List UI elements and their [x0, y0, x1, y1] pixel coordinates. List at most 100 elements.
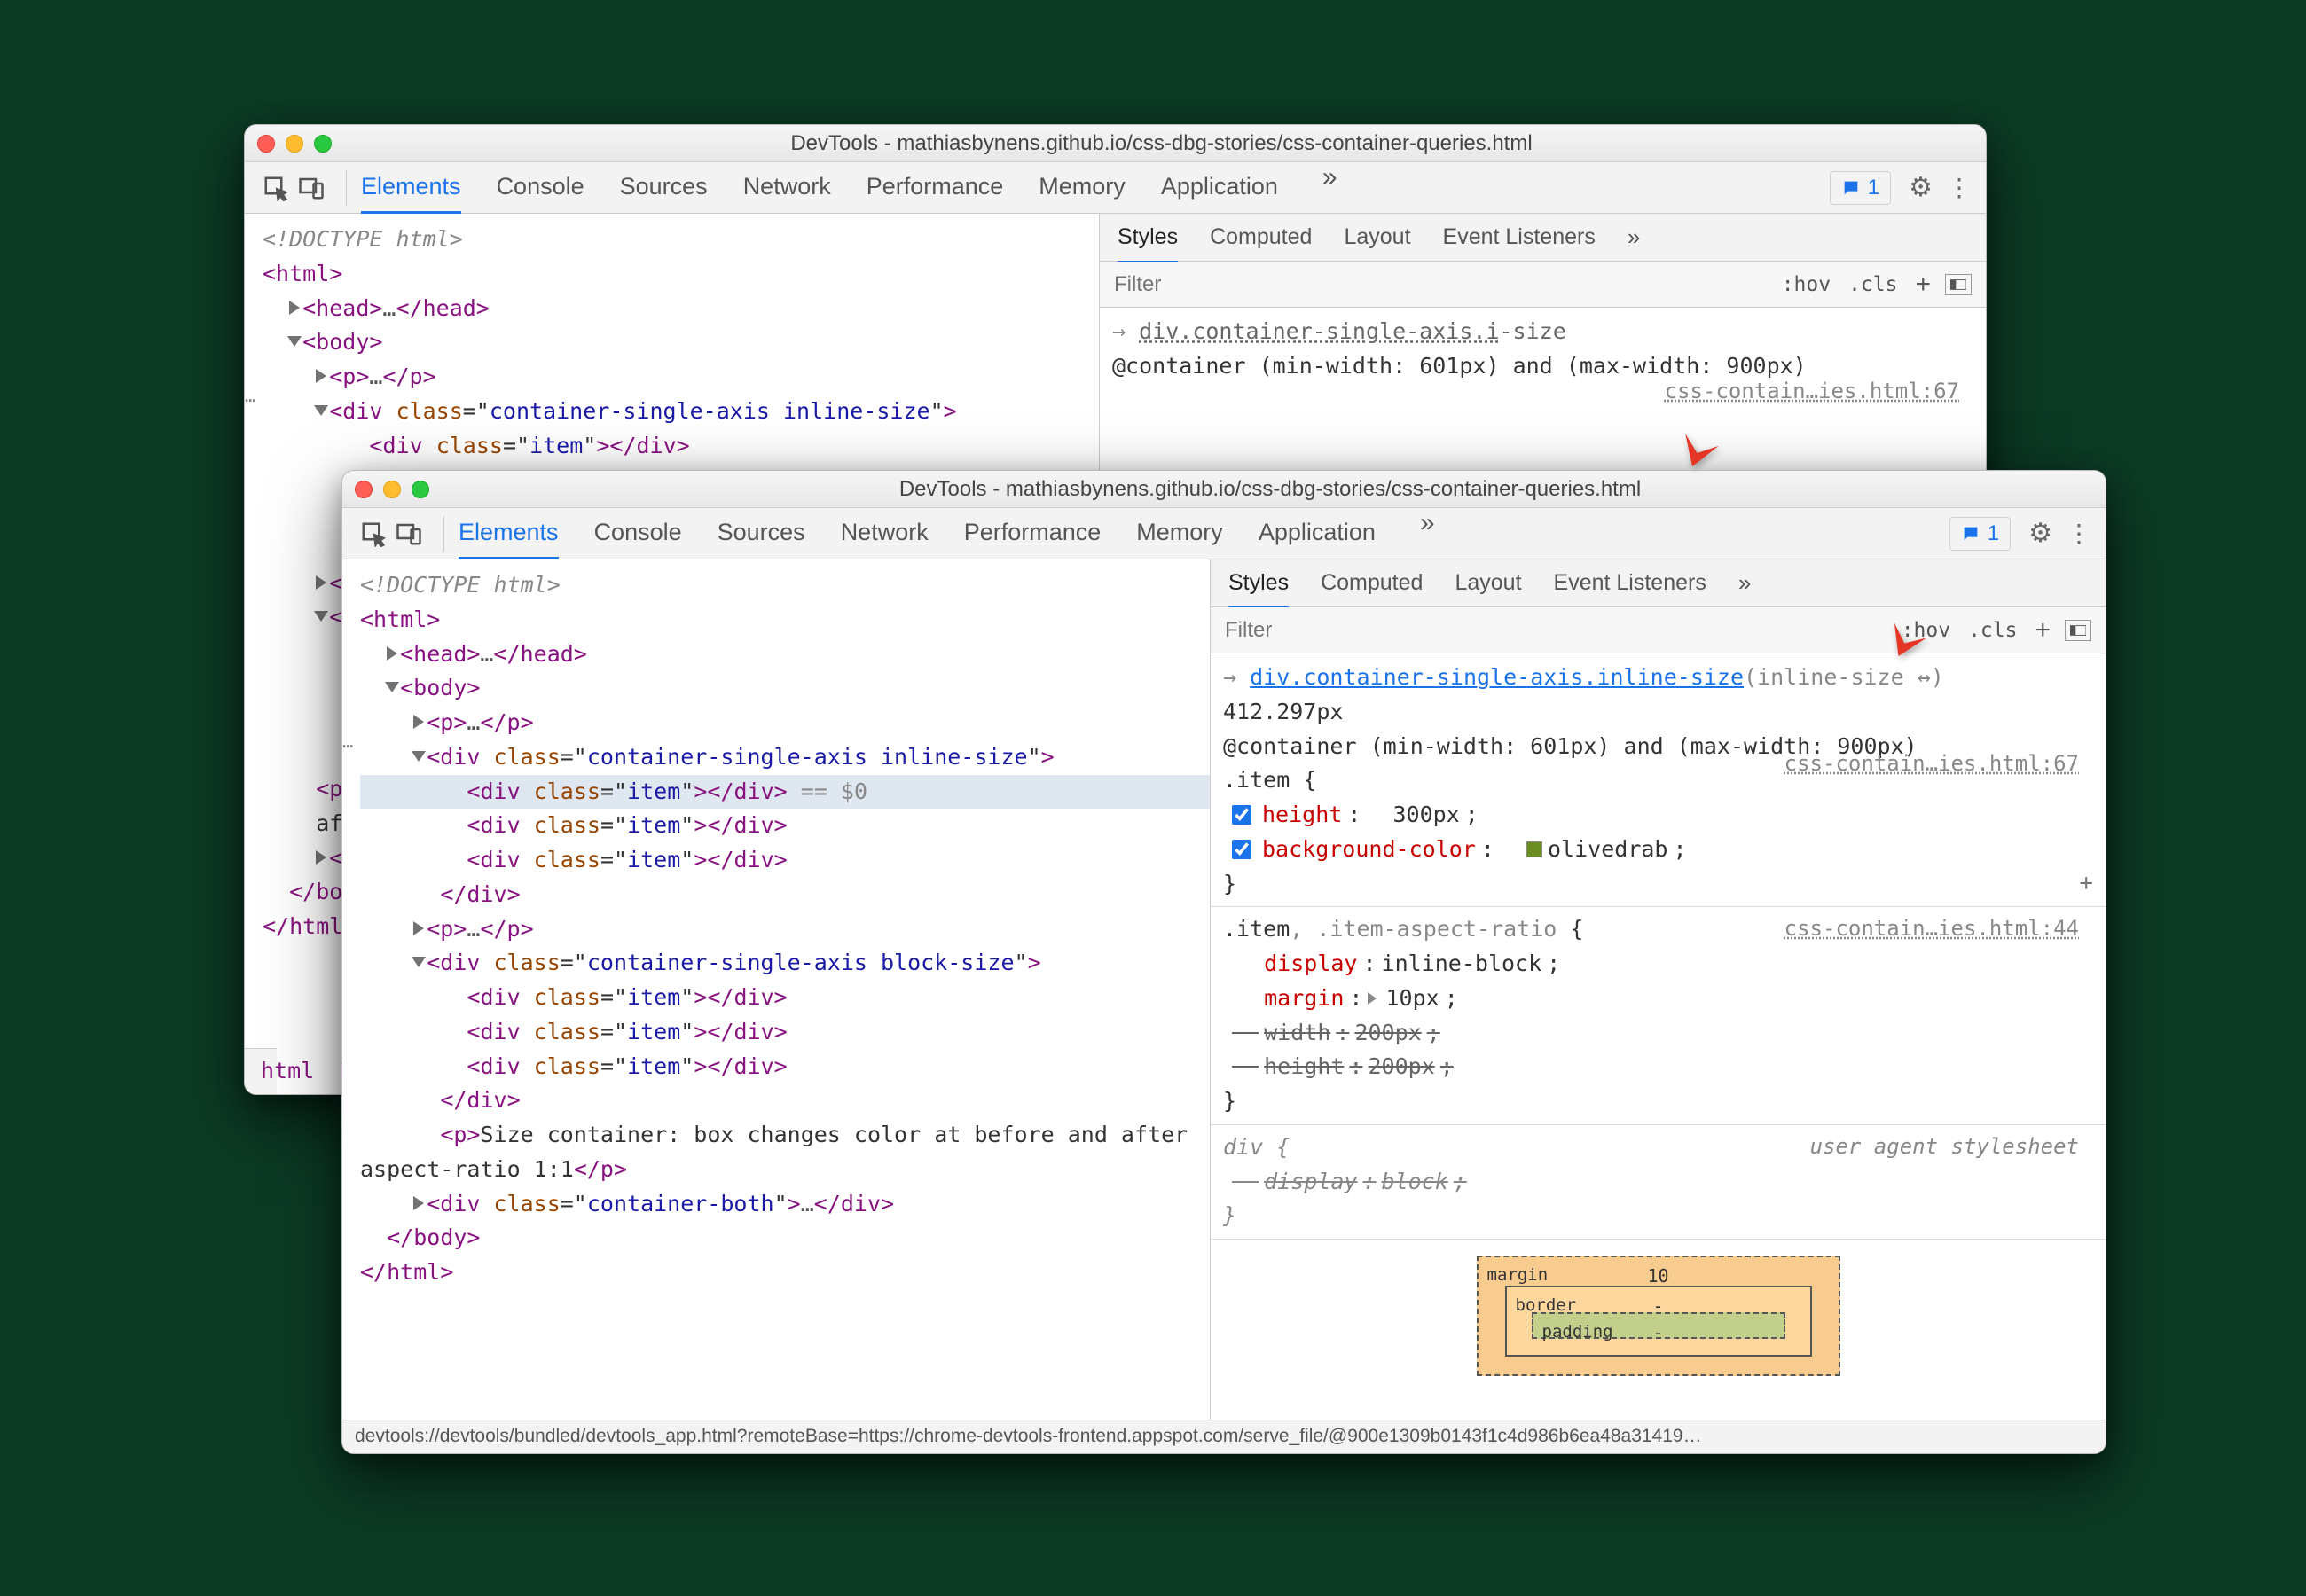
property-margin[interactable]: margin: 10px; — [1223, 982, 2093, 1016]
property-display[interactable]: display: inline-block; — [1223, 947, 2093, 982]
property-background-color[interactable]: background-color: olivedrab; — [1223, 833, 2093, 867]
styles-pane[interactable]: → div.container-single-axis.inline-size(… — [1211, 653, 2106, 1420]
container-size: 412.297px — [1223, 699, 1343, 724]
source-link[interactable]: css-contain…ies.html:44 — [1784, 912, 2079, 945]
html-tag[interactable]: <html> — [360, 606, 440, 632]
cls-toggle[interactable]: .cls — [1839, 273, 1906, 296]
body-tag[interactable]: <body> — [302, 329, 382, 355]
gear-icon[interactable]: ⚙ — [1909, 172, 1933, 203]
head-tag[interactable]: <head> — [302, 295, 382, 321]
zoom-icon[interactable] — [314, 135, 332, 153]
collapse-icon[interactable] — [412, 957, 426, 967]
tab-console[interactable]: Console — [497, 162, 584, 214]
tab-event-listeners[interactable]: Event Listeners — [1554, 570, 1706, 596]
tab-network[interactable]: Network — [743, 162, 831, 214]
expand-icon[interactable] — [316, 575, 326, 590]
new-rule-icon[interactable]: + — [2079, 865, 2093, 901]
container-link[interactable]: div.container-single-axis.i — [1139, 318, 1499, 344]
titlebar[interactable]: DevTools - mathiasbynens.github.io/css-d… — [342, 471, 2106, 508]
expand-icon[interactable] — [413, 715, 424, 729]
tab-layout[interactable]: Layout — [1344, 224, 1410, 250]
property-toggle[interactable] — [1232, 840, 1251, 859]
device-toggle-icon[interactable] — [296, 175, 326, 201]
box-model[interactable]: margin 10 border - padding - — [1223, 1245, 2093, 1387]
gear-icon[interactable]: ⚙ — [2028, 518, 2052, 549]
tab-computed[interactable]: Computed — [1210, 224, 1312, 250]
tab-sources[interactable]: Sources — [620, 162, 708, 214]
new-rule-icon[interactable]: + — [1906, 270, 1940, 300]
dom-tree[interactable]: ⋯ <!DOCTYPE html> <html> <head>…</head> … — [342, 559, 1210, 1420]
more-subtabs-icon[interactable]: » — [1738, 569, 1751, 597]
expand-icon[interactable] — [387, 646, 397, 661]
collapse-icon[interactable] — [287, 336, 302, 347]
tab-styles[interactable]: Styles — [1228, 570, 1289, 609]
separator — [443, 516, 444, 552]
html-tag[interactable]: <html> — [263, 261, 342, 286]
tab-application[interactable]: Application — [1259, 508, 1376, 559]
filter-input[interactable] — [1114, 272, 1773, 297]
sidebar-position-icon[interactable] — [1945, 274, 1972, 295]
collapse-icon[interactable] — [314, 405, 328, 416]
expand-shorthand-icon[interactable] — [1368, 992, 1377, 1005]
body-tag[interactable]: <body> — [400, 675, 480, 700]
expand-icon[interactable] — [316, 850, 326, 864]
selected-node[interactable]: <div class="item"></div> == $0 — [360, 775, 1210, 810]
property-height-overridden[interactable]: height: 200px; — [1223, 1050, 2093, 1084]
p-tag[interactable]: <p> — [329, 364, 369, 389]
minimize-icon[interactable] — [286, 135, 303, 153]
inspect-icon[interactable] — [358, 520, 388, 547]
new-rule-icon[interactable]: + — [2026, 615, 2059, 645]
expand-icon[interactable] — [413, 1196, 424, 1210]
source-link[interactable]: css-contain…ies.html:67 — [1784, 747, 2079, 780]
tab-memory[interactable]: Memory — [1039, 162, 1126, 214]
head-tag[interactable]: <head> — [400, 641, 480, 667]
tab-layout[interactable]: Layout — [1455, 570, 1521, 596]
cls-toggle[interactable]: .cls — [1959, 619, 2026, 642]
tab-computed[interactable]: Computed — [1321, 570, 1423, 596]
more-subtabs-icon[interactable]: » — [1628, 223, 1640, 251]
tab-memory[interactable]: Memory — [1136, 508, 1223, 559]
tab-console[interactable]: Console — [594, 508, 682, 559]
box-model-padding-top[interactable]: - — [1652, 1319, 1663, 1347]
collapse-icon[interactable] — [385, 682, 399, 692]
expand-icon[interactable] — [413, 921, 424, 935]
tab-event-listeners[interactable]: Event Listeners — [1443, 224, 1596, 250]
expand-icon[interactable] — [316, 369, 326, 383]
tab-elements[interactable]: Elements — [459, 508, 559, 559]
property-height[interactable]: height: 300px; — [1223, 798, 2093, 833]
close-icon[interactable] — [257, 135, 275, 153]
kebab-menu-icon[interactable]: ⋮ — [1947, 173, 1970, 202]
collapse-icon[interactable] — [314, 611, 328, 622]
tab-application[interactable]: Application — [1161, 162, 1278, 214]
expand-icon[interactable] — [289, 301, 300, 315]
kebab-menu-icon[interactable]: ⋮ — [2067, 519, 2090, 548]
tab-network[interactable]: Network — [841, 508, 929, 559]
hov-toggle[interactable]: :hov — [1773, 273, 1839, 296]
sidebar-tabs: Styles Computed Layout Event Listeners » — [1211, 559, 2106, 607]
minimize-icon[interactable] — [383, 481, 401, 498]
zoom-icon[interactable] — [412, 481, 429, 498]
tab-performance[interactable]: Performance — [867, 162, 1004, 214]
close-icon[interactable] — [355, 481, 373, 498]
issues-button[interactable]: 1 — [1949, 517, 2011, 551]
sidebar-position-icon[interactable] — [2065, 620, 2091, 641]
tab-performance[interactable]: Performance — [964, 508, 1102, 559]
filter-input[interactable] — [1225, 618, 1893, 643]
tab-elements[interactable]: Elements — [361, 162, 461, 214]
more-tabs-icon[interactable]: » — [1314, 162, 1346, 214]
issues-button[interactable]: 1 — [1830, 171, 1891, 205]
property-toggle[interactable] — [1232, 805, 1251, 825]
breadcrumb-html[interactable]: html — [261, 1054, 314, 1089]
tab-styles[interactable]: Styles — [1118, 224, 1178, 263]
titlebar[interactable]: DevTools - mathiasbynens.github.io/css-d… — [245, 125, 1986, 162]
more-tabs-icon[interactable]: » — [1411, 508, 1444, 559]
tab-sources[interactable]: Sources — [718, 508, 805, 559]
device-toggle-icon[interactable] — [394, 520, 424, 547]
collapse-icon[interactable] — [412, 751, 426, 762]
container-link[interactable]: div.container-single-axis.inline-size — [1250, 664, 1744, 690]
property-width-overridden[interactable]: width: 200px; — [1223, 1016, 2093, 1051]
breadcrumb[interactable]: html boc — [245, 1048, 277, 1094]
color-swatch-icon[interactable] — [1526, 841, 1542, 857]
inspect-icon[interactable] — [261, 175, 291, 201]
source-link[interactable]: css-contain…ies.html:67 — [1665, 375, 1959, 408]
